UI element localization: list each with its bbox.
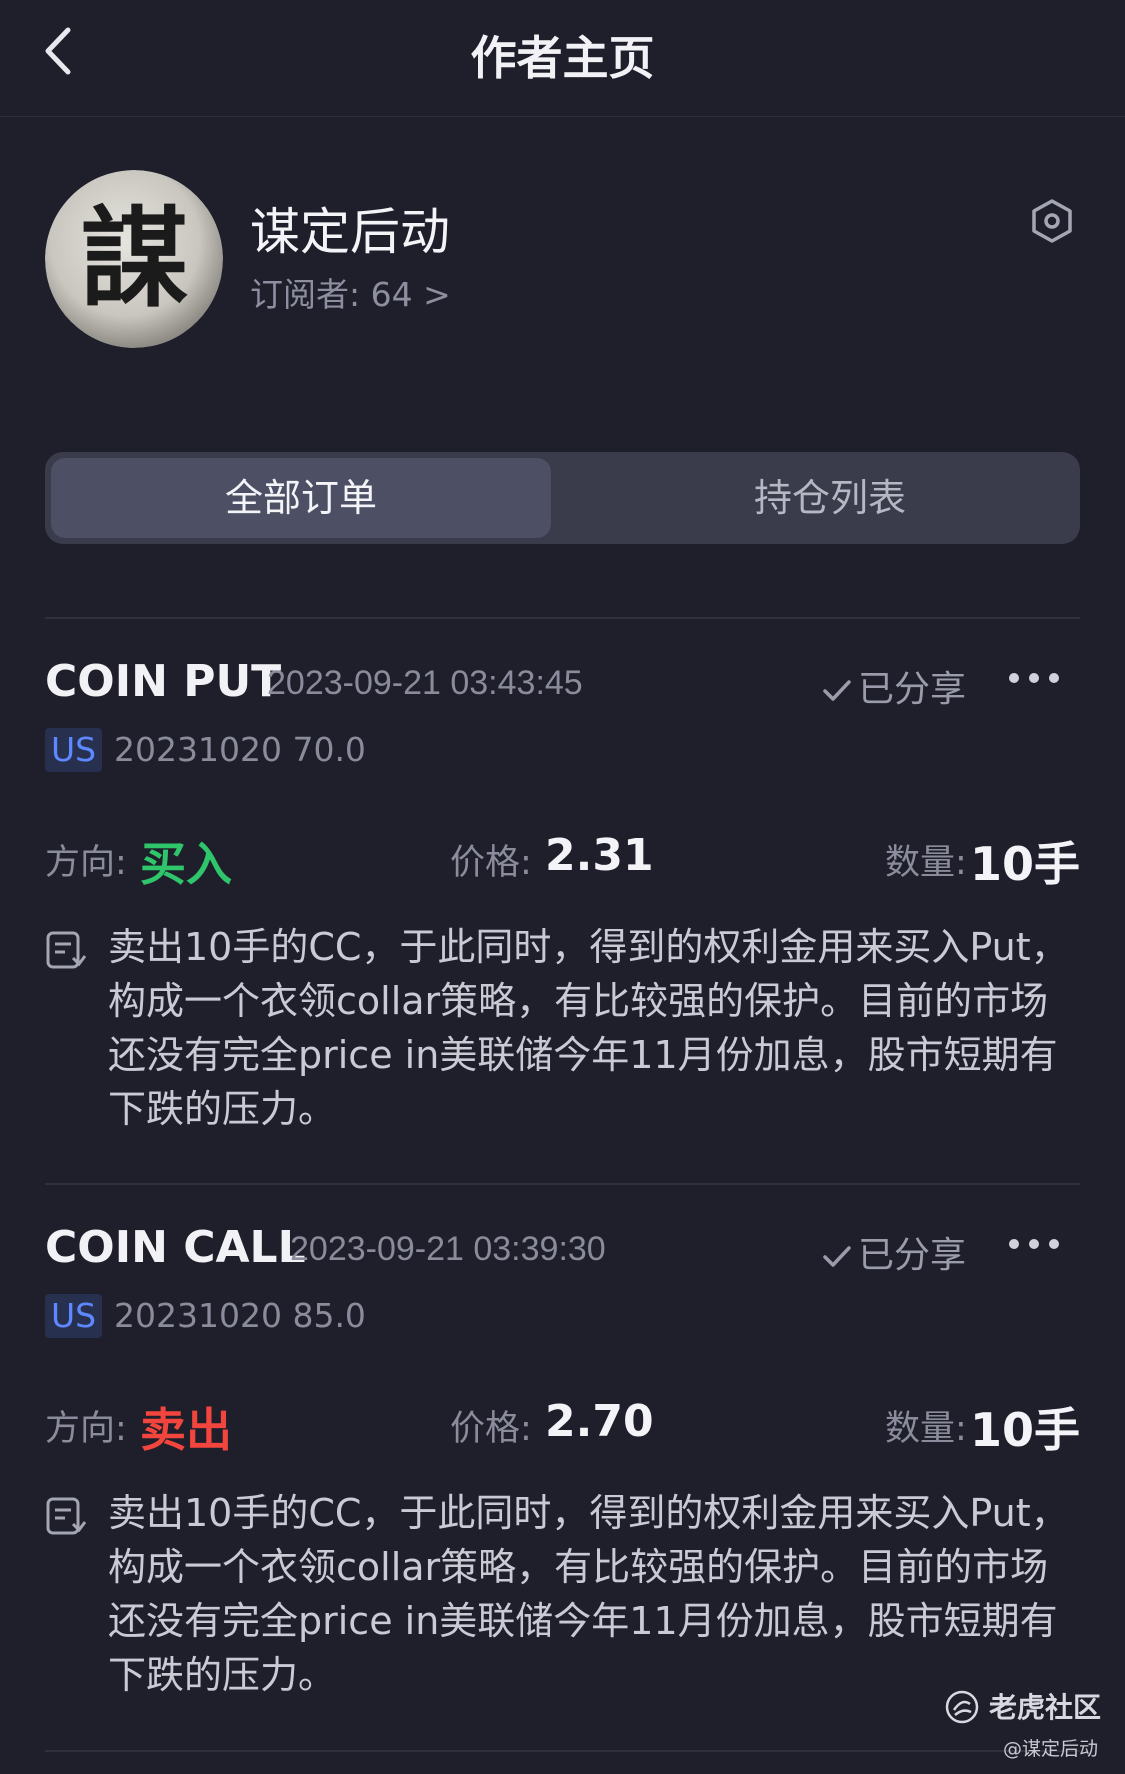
divider	[45, 617, 1080, 619]
note-icon	[46, 1497, 87, 1535]
order-card[interactable]: COIN PUT 2023-09-21 03:43:45 已分享 US 2023…	[0, 620, 1125, 1180]
order-time: 2023-09-21 03:43:45	[267, 664, 583, 702]
check-icon	[823, 1246, 851, 1267]
tiger-logo-icon	[945, 1690, 979, 1724]
order-symbol: COIN PUT	[45, 656, 282, 707]
direction-value: 卖出	[140, 1403, 232, 1457]
order-note: 卖出10手的CC，于此同时，得到的权利金用来买入Put，构成一个衣领collar…	[108, 925, 1069, 1131]
price-value: 2.31	[545, 830, 654, 881]
tab-bar: 全部订单 持仓列表	[45, 452, 1080, 544]
avatar-glyph: 謀	[80, 196, 188, 322]
contract-info: 20231020 70.0	[114, 730, 366, 769]
shared-status[interactable]: 已分享	[822, 660, 966, 712]
shared-label: 已分享	[858, 669, 967, 710]
divider	[45, 1183, 1080, 1185]
tab-all-orders[interactable]: 全部订单	[51, 458, 551, 538]
watermark-handle: @谋定后动	[1003, 1738, 1099, 1760]
divider	[45, 1750, 1080, 1752]
market-badge: US	[45, 1294, 103, 1338]
direction-label: 方向:	[45, 1409, 127, 1449]
hexagon-settings-icon[interactable]	[1030, 198, 1074, 244]
top-bar: 作者主页	[0, 0, 1125, 117]
order-note: 卖出10手的CC，于此同时，得到的权利金用来买入Put，构成一个衣领collar…	[108, 1491, 1069, 1697]
quantity-label: 数量:	[885, 843, 967, 883]
order-symbol: COIN CALL	[45, 1222, 306, 1273]
direction-value: 买入	[140, 837, 232, 891]
order-card[interactable]: COIN CALL 2023-09-21 03:39:30 已分享 US 202…	[0, 1186, 1125, 1746]
page-title: 作者主页	[470, 31, 655, 85]
direction-label: 方向:	[45, 843, 127, 883]
subscriber-count-link[interactable]: 订阅者: 64 >	[250, 268, 451, 316]
contract-info: 20231020 85.0	[114, 1296, 366, 1335]
quantity-value: 10手	[969, 1403, 1080, 1457]
tab-positions[interactable]: 持仓列表	[585, 458, 1075, 538]
quantity-value: 10手	[969, 837, 1080, 891]
profile-section: 謀 谋定后动 订阅者: 64 >	[0, 150, 1125, 370]
shared-label: 已分享	[858, 1235, 967, 1276]
more-icon[interactable]	[1006, 670, 1062, 686]
price-label: 价格:	[450, 843, 532, 883]
order-time: 2023-09-21 03:39:30	[290, 1230, 606, 1268]
price-value: 2.70	[545, 1396, 654, 1447]
shared-status[interactable]: 已分享	[822, 1226, 966, 1278]
price-label: 价格:	[450, 1409, 532, 1449]
watermark: 老虎社区 @谋定后动	[945, 1686, 1125, 1774]
check-icon	[823, 680, 851, 701]
quantity-label: 数量:	[885, 1409, 967, 1449]
note-icon	[46, 931, 87, 969]
market-badge: US	[45, 728, 103, 772]
avatar[interactable]: 謀	[45, 170, 223, 348]
watermark-name: 老虎社区	[989, 1691, 1102, 1724]
author-name: 谋定后动	[250, 203, 450, 261]
more-icon[interactable]	[1006, 1236, 1062, 1252]
